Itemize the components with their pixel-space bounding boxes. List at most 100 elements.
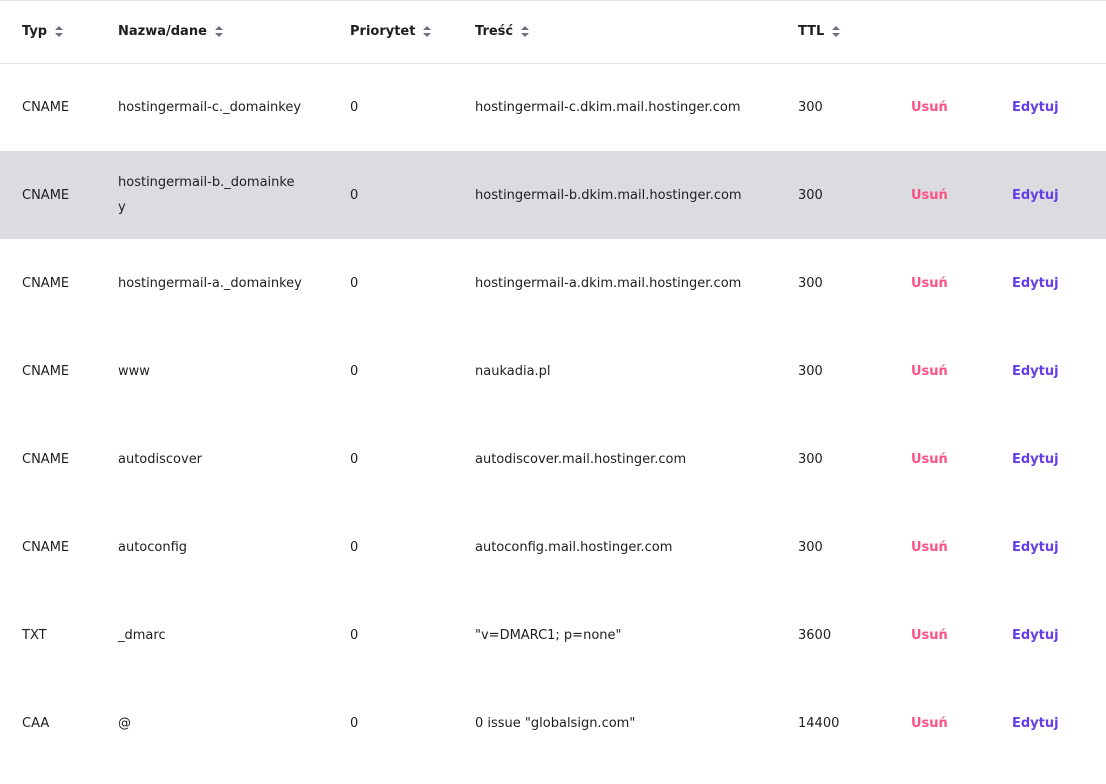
- dns-records-table: Typ Nazwa/dane Priorytet Treść TTL CNAME…: [0, 1, 1106, 767]
- edit-button[interactable]: Edytuj: [1012, 540, 1059, 555]
- record-content: autoconfig.mail.hostinger.com: [475, 539, 673, 555]
- record-name: hostingermail-c._domainkey: [118, 99, 302, 115]
- delete-button[interactable]: Usuń: [911, 540, 948, 555]
- table-row: CAA @ 0 0 issue "globalsign.com" 14400 U…: [0, 679, 1106, 767]
- record-name: www: [118, 363, 150, 379]
- delete-cell: Usuń: [911, 239, 1012, 327]
- record-priority: 0: [350, 363, 359, 379]
- record-content: 0 issue "globalsign.com": [475, 715, 636, 731]
- delete-button[interactable]: Usuń: [911, 452, 948, 467]
- record-name: autoconfig: [118, 539, 188, 555]
- edit-button[interactable]: Edytuj: [1012, 628, 1059, 643]
- record-name: autodiscover: [118, 451, 203, 467]
- edit-button[interactable]: Edytuj: [1012, 188, 1059, 203]
- delete-cell: Usuń: [911, 591, 1012, 679]
- header-name-label: Nazwa/dane: [118, 24, 207, 40]
- edit-button[interactable]: Edytuj: [1012, 100, 1059, 115]
- header-edit-spacer: [1012, 1, 1106, 63]
- edit-button[interactable]: Edytuj: [1012, 716, 1059, 731]
- header-delete-spacer: [911, 1, 1012, 63]
- sort-icon[interactable]: [214, 26, 223, 38]
- record-ttl: 300: [798, 451, 823, 467]
- record-type: CNAME: [22, 99, 70, 115]
- table-row: CNAME hostingermail-b._domainkey 0 hosti…: [0, 151, 1106, 239]
- table-row: CNAME www 0 naukadia.pl 300 Usuń Edytuj: [0, 327, 1106, 415]
- record-priority: 0: [350, 715, 359, 731]
- record-name: @: [118, 715, 131, 731]
- edit-button[interactable]: Edytuj: [1012, 276, 1059, 291]
- record-content: naukadia.pl: [475, 363, 551, 379]
- record-priority: 0: [350, 539, 359, 555]
- record-type: CAA: [22, 715, 50, 731]
- record-priority: 0: [350, 187, 359, 203]
- record-type: TXT: [22, 627, 47, 643]
- record-name: hostingermail-b._domainkey: [118, 175, 295, 215]
- edit-button[interactable]: Edytuj: [1012, 452, 1059, 467]
- edit-cell: Edytuj: [1012, 63, 1106, 151]
- delete-button[interactable]: Usuń: [911, 716, 948, 731]
- header-ttl[interactable]: TTL: [798, 1, 911, 63]
- delete-button[interactable]: Usuń: [911, 100, 948, 115]
- record-content: hostingermail-c.dkim.mail.hostinger.com: [475, 99, 741, 115]
- record-priority: 0: [350, 99, 359, 115]
- edit-cell: Edytuj: [1012, 503, 1106, 591]
- delete-cell: Usuń: [911, 679, 1012, 767]
- record-type: CNAME: [22, 363, 70, 379]
- edit-cell: Edytuj: [1012, 591, 1106, 679]
- record-type: CNAME: [22, 451, 70, 467]
- record-ttl: 300: [798, 99, 823, 115]
- record-content: hostingermail-b.dkim.mail.hostinger.com: [475, 187, 742, 203]
- edit-cell: Edytuj: [1012, 679, 1106, 767]
- table-row: CNAME hostingermail-c._domainkey 0 hosti…: [0, 63, 1106, 151]
- record-content: hostingermail-a.dkim.mail.hostinger.com: [475, 275, 742, 291]
- header-priority-label: Priorytet: [350, 24, 416, 40]
- delete-cell: Usuń: [911, 415, 1012, 503]
- record-ttl: 300: [798, 187, 823, 203]
- edit-cell: Edytuj: [1012, 327, 1106, 415]
- table-row: CNAME autoconfig 0 autoconfig.mail.hosti…: [0, 503, 1106, 591]
- delete-button[interactable]: Usuń: [911, 276, 948, 291]
- record-ttl: 300: [798, 275, 823, 291]
- header-name[interactable]: Nazwa/dane: [118, 1, 350, 63]
- record-priority: 0: [350, 451, 359, 467]
- record-ttl: 3600: [798, 627, 832, 643]
- delete-cell: Usuń: [911, 327, 1012, 415]
- sort-icon[interactable]: [55, 26, 64, 38]
- header-priority[interactable]: Priorytet: [350, 1, 475, 63]
- delete-cell: Usuń: [911, 63, 1012, 151]
- record-type: CNAME: [22, 187, 70, 203]
- record-ttl: 14400: [798, 715, 840, 731]
- delete-cell: Usuń: [911, 503, 1012, 591]
- delete-button[interactable]: Usuń: [911, 364, 948, 379]
- record-priority: 0: [350, 627, 359, 643]
- delete-button[interactable]: Usuń: [911, 628, 948, 643]
- record-content: autodiscover.mail.hostinger.com: [475, 451, 687, 467]
- record-type: CNAME: [22, 275, 70, 291]
- sort-icon[interactable]: [832, 26, 841, 38]
- record-name: _dmarc: [118, 627, 166, 643]
- header-content-label: Treść: [475, 24, 514, 40]
- record-priority: 0: [350, 275, 359, 291]
- table-row: CNAME autodiscover 0 autodiscover.mail.h…: [0, 415, 1106, 503]
- delete-button[interactable]: Usuń: [911, 188, 948, 203]
- sort-icon[interactable]: [521, 26, 530, 38]
- table-row: CNAME hostingermail-a._domainkey 0 hosti…: [0, 239, 1106, 327]
- record-name: hostingermail-a._domainkey: [118, 275, 302, 291]
- edit-button[interactable]: Edytuj: [1012, 364, 1059, 379]
- record-ttl: 300: [798, 363, 823, 379]
- sort-icon[interactable]: [423, 26, 432, 38]
- table-header-row: Typ Nazwa/dane Priorytet Treść TTL: [0, 1, 1106, 63]
- header-ttl-label: TTL: [798, 24, 825, 40]
- table-row: TXT _dmarc 0 "v=DMARC1; p=none" 3600 Usu…: [0, 591, 1106, 679]
- table-body: CNAME hostingermail-c._domainkey 0 hosti…: [0, 63, 1106, 767]
- header-content[interactable]: Treść: [475, 1, 798, 63]
- header-type-label: Typ: [22, 24, 48, 40]
- edit-cell: Edytuj: [1012, 151, 1106, 239]
- record-type: CNAME: [22, 539, 70, 555]
- record-content: "v=DMARC1; p=none": [475, 627, 622, 643]
- edit-cell: Edytuj: [1012, 239, 1106, 327]
- edit-cell: Edytuj: [1012, 415, 1106, 503]
- delete-cell: Usuń: [911, 151, 1012, 239]
- header-type[interactable]: Typ: [0, 1, 118, 63]
- record-ttl: 300: [798, 539, 823, 555]
